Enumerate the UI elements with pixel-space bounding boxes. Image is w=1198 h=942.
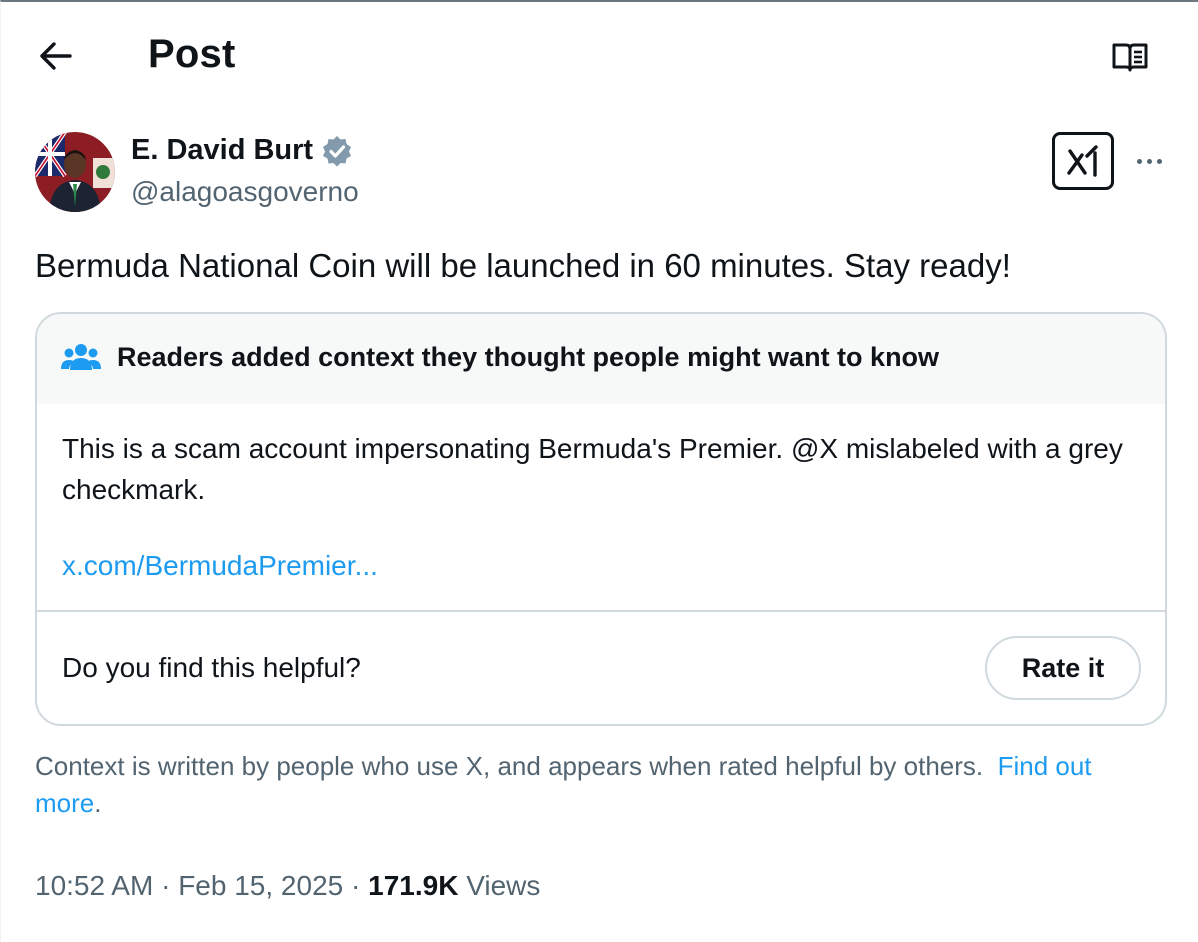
- people-icon: [61, 344, 101, 370]
- meta-separator: ·: [343, 870, 369, 901]
- more-dot-icon: [1146, 158, 1152, 164]
- post-time[interactable]: 10:52 AM: [35, 870, 153, 901]
- rate-it-button[interactable]: Rate it: [985, 636, 1141, 700]
- header: Post: [0, 2, 1198, 108]
- community-note: Readers added context they thought peopl…: [35, 312, 1167, 726]
- footer-text: Context is written by people who use X, …: [35, 751, 984, 781]
- more-dot-icon: [1156, 158, 1162, 164]
- post-meta: 10:52 AM · Feb 15, 2025 · 171.9K Views: [35, 870, 540, 902]
- more-options-button[interactable]: [1128, 140, 1170, 182]
- reader-mode-button[interactable]: [1102, 28, 1158, 84]
- views-count: 171.9K: [368, 870, 459, 901]
- helpful-question: Do you find this helpful?: [62, 652, 361, 683]
- community-note-header: Readers added context they thought peopl…: [37, 314, 1165, 404]
- grok-icon: [1067, 145, 1098, 177]
- author-name[interactable]: E. David Burt: [131, 134, 353, 167]
- author-name-text: E. David Burt: [131, 134, 314, 166]
- avatar-image: [35, 132, 115, 212]
- community-note-title: Readers added context they thought peopl…: [117, 342, 940, 372]
- community-note-link[interactable]: x.com/BermudaPremier...: [62, 550, 378, 582]
- meta-separator: ·: [153, 870, 179, 901]
- views-label: Views: [466, 870, 541, 901]
- community-note-footer: Context is written by people who use X, …: [35, 748, 1145, 822]
- verified-badge-icon: [323, 135, 352, 166]
- divider: [37, 610, 1165, 612]
- avatar[interactable]: [35, 132, 115, 212]
- post-date[interactable]: Feb 15, 2025: [178, 870, 343, 901]
- reader-mode-icon: [1112, 43, 1148, 72]
- footer-period: .: [94, 788, 102, 818]
- back-button[interactable]: [28, 28, 84, 84]
- arrow-left-icon: [40, 42, 72, 70]
- post-text: Bermuda National Coin will be launched i…: [35, 247, 1011, 284]
- page-title: Post: [148, 32, 236, 76]
- community-note-text: This is a scam account impersonating Ber…: [62, 433, 1123, 505]
- author-handle[interactable]: @alagoasgoverno: [131, 176, 359, 208]
- more-dot-icon: [1136, 158, 1142, 164]
- grok-button[interactable]: [1052, 132, 1114, 190]
